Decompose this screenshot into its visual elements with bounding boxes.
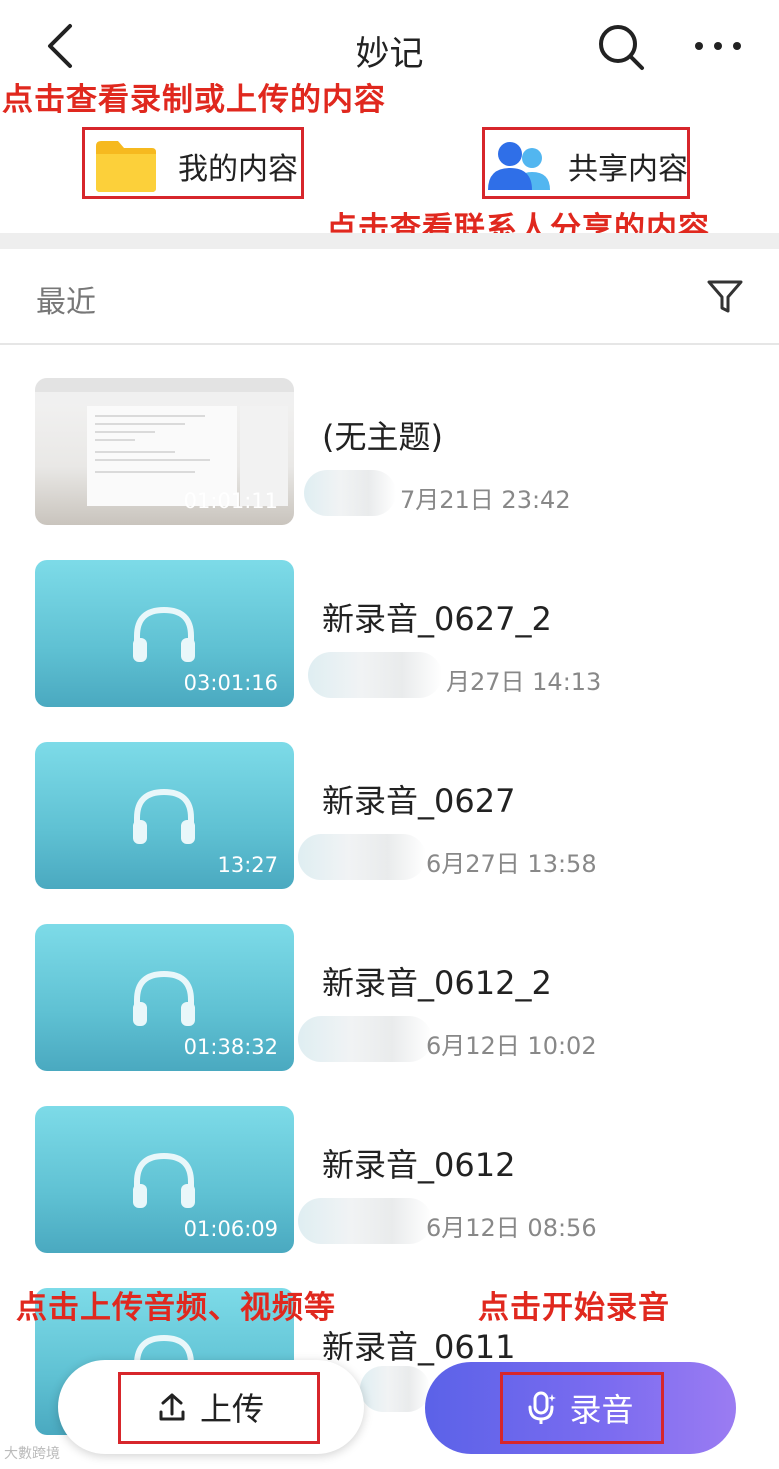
- headphones-icon: [133, 1152, 195, 1208]
- my-content-button[interactable]: 我的内容: [94, 130, 298, 202]
- annotation-top: 点击查看录制或上传的内容: [2, 82, 386, 118]
- blurred-region: [298, 834, 426, 880]
- highlight-box-upload: [118, 1372, 320, 1444]
- search-icon: [599, 25, 644, 70]
- item-date: 月27日 14:13: [446, 668, 602, 696]
- list-item[interactable]: 13:27 新录音_0627 6月27日 13:58: [0, 742, 779, 910]
- item-title: 新录音_0612: [322, 1146, 516, 1184]
- recent-header: 最近: [0, 249, 779, 345]
- audio-thumbnail: 13:27: [35, 742, 294, 889]
- search-button[interactable]: [594, 20, 646, 72]
- item-title: 新录音_0612_2: [322, 964, 552, 1002]
- item-date: 6月27日 13:58: [426, 850, 597, 878]
- list-item[interactable]: 03:01:16 新录音_0627_2 月27日 14:13: [0, 560, 779, 728]
- item-date: 7月21日 23:42: [400, 486, 571, 514]
- duration-badge: 01:01:11: [183, 489, 278, 513]
- headphones-icon: [133, 606, 195, 662]
- video-thumbnail: 01:01:11: [35, 378, 294, 525]
- highlight-box-record: [500, 1372, 664, 1444]
- headphones-icon: [133, 788, 195, 844]
- more-horizontal-icon: [695, 42, 741, 50]
- headphones-icon: [133, 970, 195, 1026]
- people-icon: [488, 142, 550, 190]
- duration-badge: 01:06:09: [183, 1217, 278, 1241]
- more-button[interactable]: [690, 22, 746, 70]
- filter-button[interactable]: [704, 275, 746, 317]
- section-divider: [0, 233, 779, 249]
- list-item[interactable]: 01:38:32 新录音_0612_2 6月12日 10:02: [0, 924, 779, 1092]
- list-item[interactable]: 01:01:11 (无主题) 7月21日 23:42: [0, 378, 779, 546]
- blurred-region: [304, 470, 396, 516]
- folder-icon: [96, 141, 156, 192]
- annotation-upload: 点击上传音频、视频等: [16, 1290, 336, 1326]
- duration-badge: 01:38:32: [183, 1035, 278, 1059]
- audio-thumbnail: 01:38:32: [35, 924, 294, 1071]
- shared-content-button[interactable]: 共享内容: [486, 130, 688, 202]
- item-date: 6月12日 08:56: [426, 1214, 597, 1242]
- item-title: 新录音_0627_2: [322, 600, 552, 638]
- filter-icon: [707, 280, 743, 313]
- my-content-label: 我的内容: [178, 152, 298, 187]
- shared-content-label: 共享内容: [568, 152, 688, 187]
- page-title: 妙记: [355, 34, 424, 74]
- recent-label: 最近: [36, 285, 96, 320]
- item-title: (无主题): [322, 418, 443, 456]
- audio-thumbnail: 01:06:09: [35, 1106, 294, 1253]
- duration-badge: 03:01:16: [183, 671, 278, 695]
- bottom-action-bar: 上传 录音: [0, 1350, 779, 1469]
- watermark: 大數跨境: [4, 1446, 60, 1462]
- item-title: 新录音_0627: [322, 782, 516, 820]
- blurred-region: [308, 652, 442, 698]
- blurred-region: [298, 1016, 432, 1062]
- audio-thumbnail: 03:01:16: [35, 560, 294, 707]
- annotation-record: 点击开始录音: [478, 1290, 670, 1326]
- blurred-region: [298, 1198, 432, 1244]
- item-date: 6月12日 10:02: [426, 1032, 597, 1060]
- list-item[interactable]: 01:06:09 新录音_0612 6月12日 08:56: [0, 1106, 779, 1274]
- duration-badge: 13:27: [217, 853, 278, 877]
